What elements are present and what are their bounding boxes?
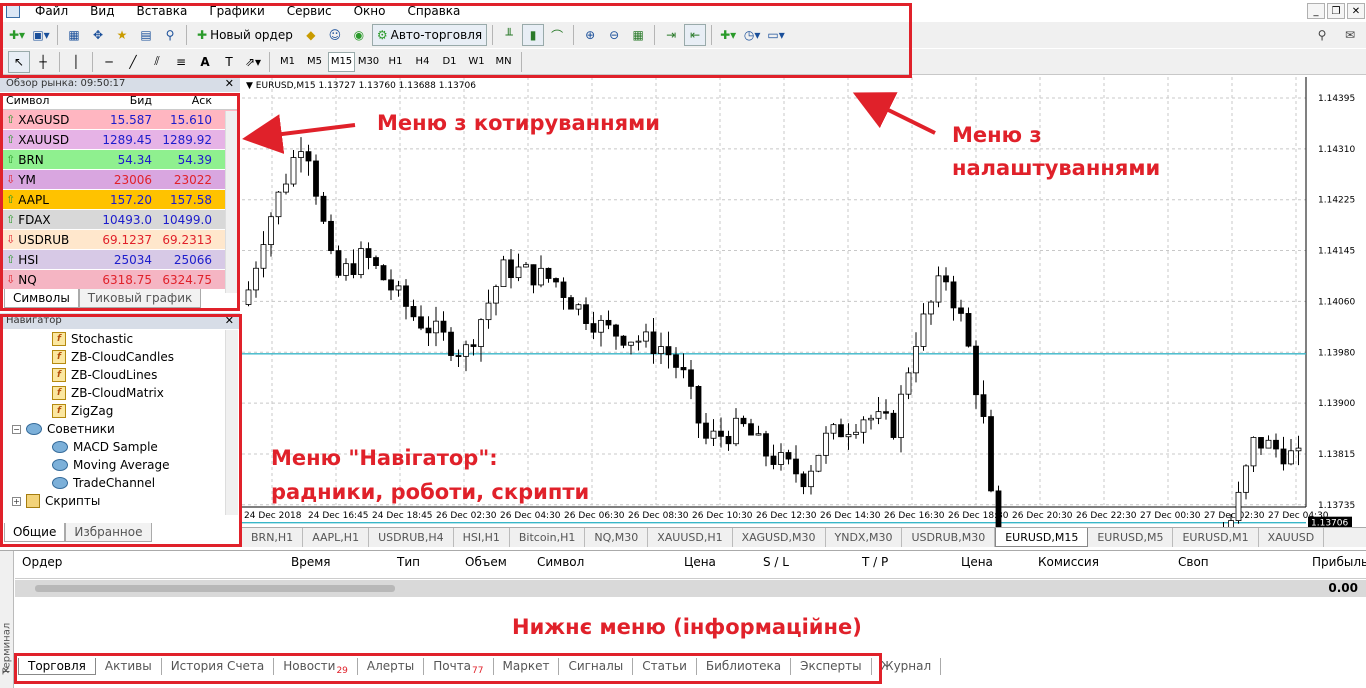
annotation-arrows — [242, 92, 936, 154]
arrow-settings — [852, 92, 936, 135]
arrow-quotes — [242, 114, 356, 154]
annotation-settings-1: Меню з — [952, 123, 1042, 147]
annotation-navigator-2: радники, роботи, скрипти — [271, 480, 590, 504]
annotation-navigator-1: Меню "Навігатор": — [271, 446, 498, 470]
annotation-quotes: Меню з котируваннями — [377, 111, 661, 135]
annotation-settings-2: налаштуваннями — [952, 156, 1161, 180]
annotation-bottom: Нижнє меню (інформаційне) — [512, 615, 862, 639]
